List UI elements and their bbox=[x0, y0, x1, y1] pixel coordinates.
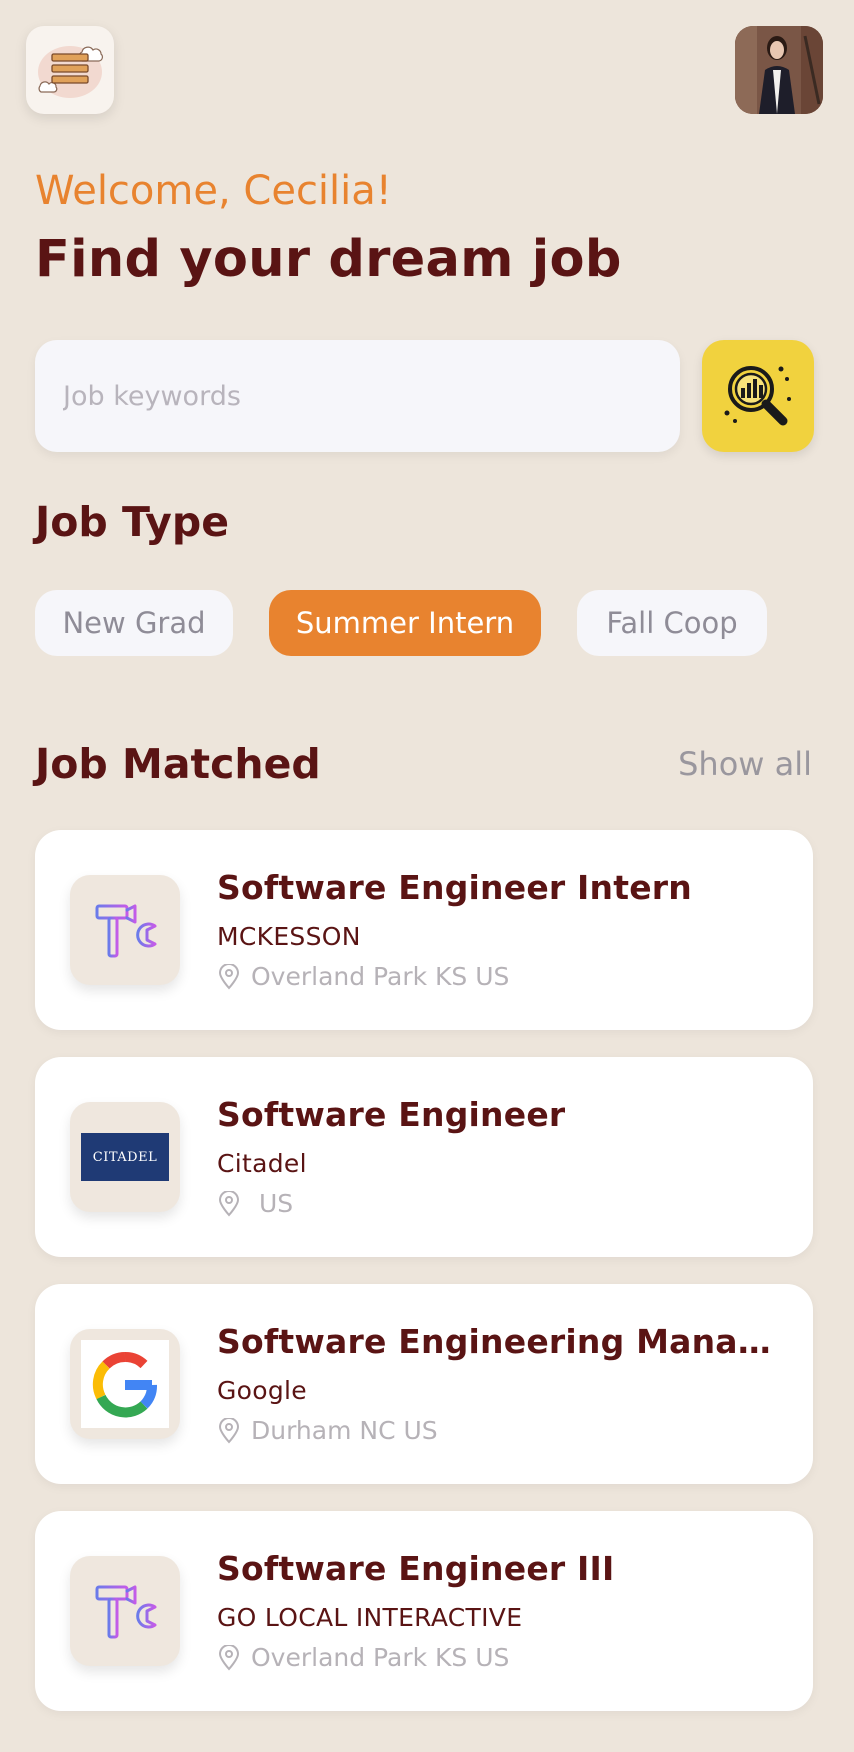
location-text: Durham NC US bbox=[251, 1416, 438, 1445]
job-location: Overland Park KS US bbox=[217, 1643, 509, 1672]
job-location: Durham NC US bbox=[217, 1416, 438, 1445]
job-title: Software Engineering Manag... bbox=[217, 1322, 777, 1361]
chip-fall-coop[interactable]: Fall Coop bbox=[577, 590, 767, 656]
location-text: US bbox=[251, 1189, 294, 1218]
job-card[interactable]: Software Engineer III GO LOCAL INTERACTI… bbox=[35, 1511, 813, 1711]
magnifier-chart-icon bbox=[724, 366, 791, 426]
job-matched-title: Job Matched bbox=[35, 740, 321, 788]
location-pin-icon bbox=[218, 963, 240, 989]
location-text: Overland Park KS US bbox=[251, 962, 510, 991]
profile-avatar-button[interactable] bbox=[735, 26, 823, 114]
company-name: GO LOCAL INTERACTIVE bbox=[217, 1603, 523, 1632]
job-type-title: Job Type bbox=[35, 498, 230, 546]
company-logo: CITADEL bbox=[70, 1102, 180, 1212]
job-title: Software Engineer Intern bbox=[217, 868, 692, 907]
location-pin-icon bbox=[218, 1190, 240, 1216]
job-title: Software Engineer bbox=[217, 1095, 566, 1134]
show-all-link[interactable]: Show all bbox=[678, 745, 812, 783]
company-logo bbox=[70, 875, 180, 985]
search-bar bbox=[35, 340, 680, 452]
citadel-logo: CITADEL bbox=[81, 1133, 169, 1181]
company-name: MCKESSON bbox=[217, 922, 361, 951]
google-logo bbox=[81, 1340, 169, 1428]
company-logo bbox=[70, 1556, 180, 1666]
job-card[interactable]: Software Engineering Manag... Google Dur… bbox=[35, 1284, 813, 1484]
company-logo bbox=[70, 1329, 180, 1439]
tools-icon bbox=[89, 1585, 157, 1639]
avatar bbox=[735, 26, 823, 114]
menu-logo-icon bbox=[38, 46, 103, 98]
company-name: Citadel bbox=[217, 1149, 307, 1178]
company-name: Google bbox=[217, 1376, 307, 1405]
location-pin-icon bbox=[218, 1417, 240, 1443]
google-g-icon bbox=[92, 1352, 157, 1418]
job-card[interactable]: CITADEL Software Engineer Citadel US bbox=[35, 1057, 813, 1257]
tools-icon bbox=[89, 904, 157, 958]
job-card[interactable]: Software Engineer Intern MCKESSON Overla… bbox=[35, 830, 813, 1030]
job-location: US bbox=[217, 1189, 293, 1218]
job-title: Software Engineer III bbox=[217, 1549, 615, 1588]
chip-new-grad[interactable]: New Grad bbox=[35, 590, 233, 656]
search-button[interactable] bbox=[702, 340, 814, 452]
page-title: Find your dream job bbox=[35, 230, 622, 289]
app-logo-button[interactable] bbox=[26, 26, 114, 114]
welcome-text: Welcome, Cecilia! bbox=[35, 168, 392, 214]
job-location: Overland Park KS US bbox=[217, 962, 509, 991]
chip-summer-intern[interactable]: Summer Intern bbox=[269, 590, 541, 656]
location-text: Overland Park KS US bbox=[251, 1643, 510, 1672]
location-pin-icon bbox=[218, 1644, 240, 1670]
search-input[interactable] bbox=[61, 379, 655, 413]
